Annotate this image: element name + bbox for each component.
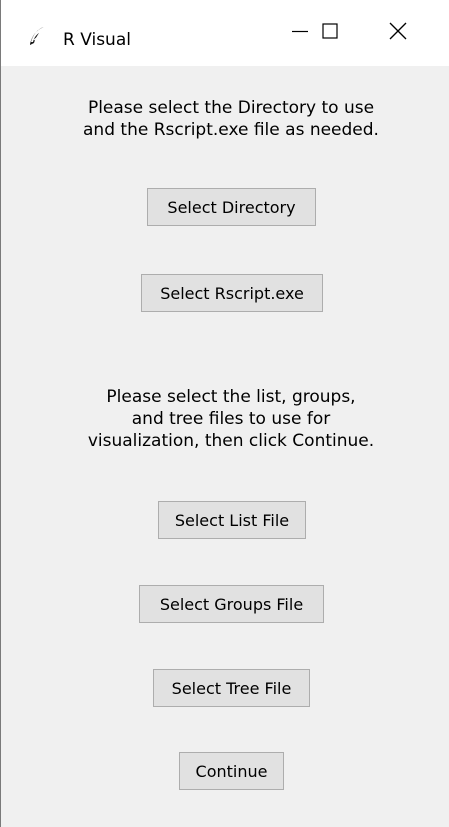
- directory-instructions: Please select the Directory to use and t…: [83, 98, 379, 140]
- close-icon: [388, 21, 408, 45]
- maximize-icon: [320, 21, 340, 45]
- select-directory-button[interactable]: Select Directory: [147, 188, 316, 226]
- select-groups-file-button[interactable]: Select Groups File: [139, 585, 324, 623]
- files-instructions: Please select the list, groups, and tree…: [87, 387, 375, 451]
- app-window: R Visual Please select the Directory to …: [0, 0, 449, 827]
- continue-button[interactable]: Continue: [179, 752, 284, 790]
- select-list-file-button[interactable]: Select List File: [158, 501, 306, 539]
- select-tree-file-button[interactable]: Select Tree File: [153, 669, 310, 707]
- main-content: Please select the Directory to use and t…: [1, 66, 449, 827]
- select-rscript-button[interactable]: Select Rscript.exe: [141, 274, 323, 312]
- feather-icon: [27, 26, 47, 46]
- close-button[interactable]: [365, 0, 431, 66]
- maximize-button[interactable]: [297, 0, 363, 66]
- window-title: R Visual: [63, 30, 131, 50]
- title-bar[interactable]: R Visual: [1, 0, 449, 66]
